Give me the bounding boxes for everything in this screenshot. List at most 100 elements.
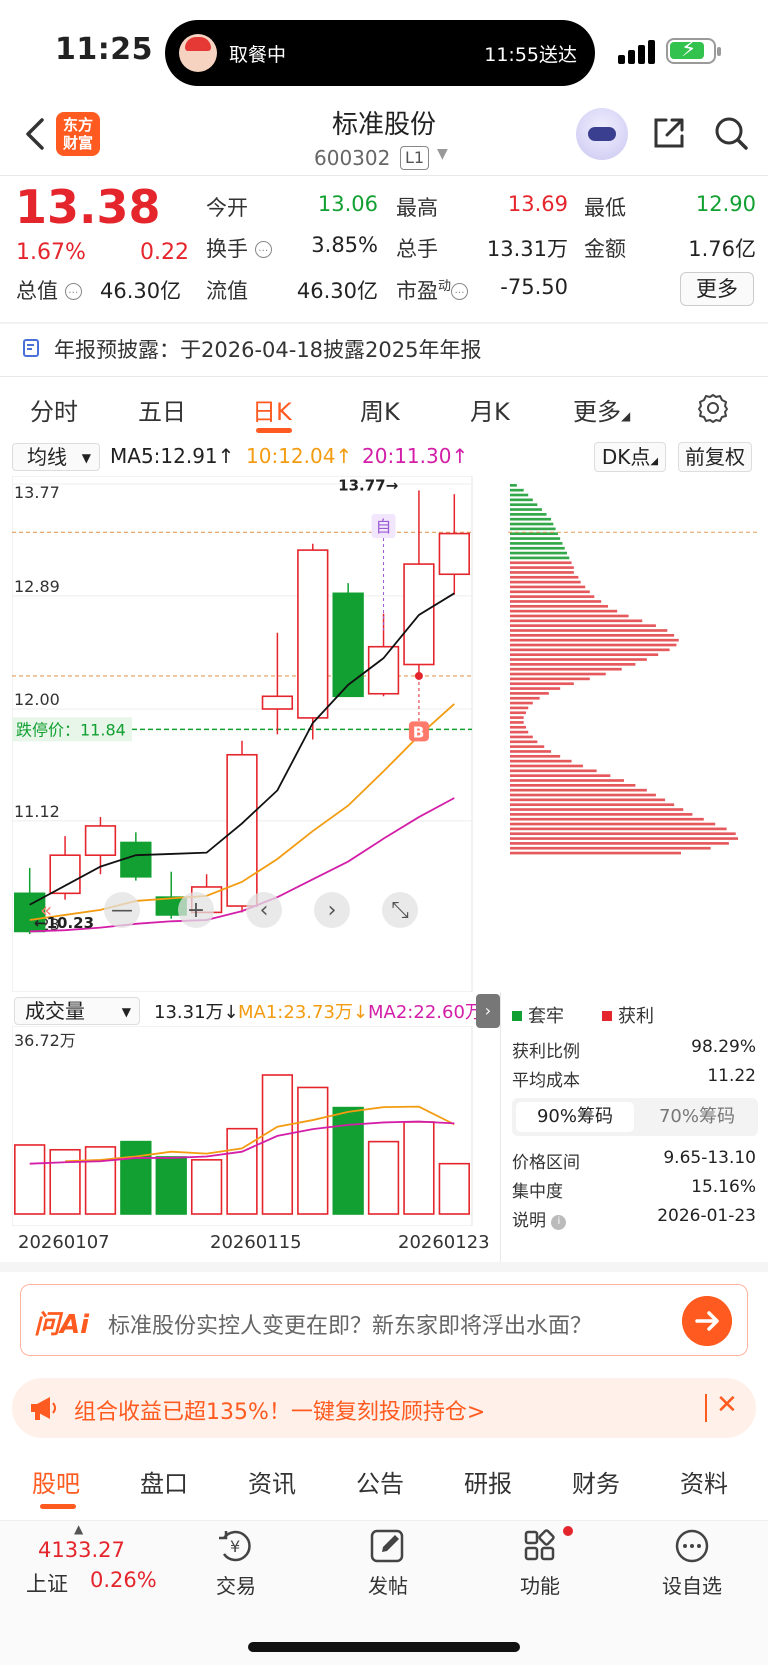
promo-text[interactable]: 组合收益已超135%！一键复刻投顾持仓> <box>74 1394 485 1426</box>
tab-intraday[interactable]: 分时 <box>30 392 78 427</box>
btab-orderbook[interactable]: 盘口 <box>140 1464 188 1499</box>
dynamic-island[interactable]: 取餐中 11:55送达 <box>165 20 595 86</box>
ai-logo: 问Ai <box>34 1310 90 1340</box>
dk-point-button[interactable]: DK点◢ <box>594 442 666 472</box>
ai-question-text[interactable]: 标准股份实控人变更在即？新东家即将浮出水面？ <box>108 1308 592 1340</box>
arrow-right-icon[interactable] <box>682 1296 732 1346</box>
gear-icon[interactable] <box>697 392 729 424</box>
search-icon[interactable] <box>712 114 750 152</box>
index-percent[interactable]: 0.26% <box>90 1568 157 1592</box>
low-label: 最低 <box>584 196 626 220</box>
chip-bar-profit <box>510 580 581 584</box>
close-icon[interactable]: ✕ <box>716 1390 738 1420</box>
volume-ma1: MA1:23.73万↓ <box>238 1002 368 1023</box>
zoom-out-icon-glyph: — <box>111 898 133 923</box>
chevron-right-icon[interactable]: › <box>476 994 500 1028</box>
more-quote-button[interactable]: 更多 <box>680 272 754 306</box>
ai-robot-icon[interactable] <box>576 108 628 160</box>
chevron-down-icon[interactable]: ▼ <box>437 146 448 162</box>
volume-current: 13.31万↓ <box>154 1002 239 1023</box>
volume-bar <box>120 1140 152 1215</box>
info-icon[interactable]: … <box>451 283 469 300</box>
btab-research[interactable]: 研报 <box>464 1464 512 1499</box>
chevron-left-icon[interactable]: ‹ <box>246 892 282 928</box>
info-icon[interactable]: i <box>551 1215 567 1230</box>
indicator-select[interactable]: 均线 ▼ <box>12 443 100 471</box>
chevron-left-icon-glyph: ‹ <box>260 898 269 923</box>
mktcap-value: 46.30亿 <box>100 279 182 303</box>
mktcap-label: 总值 … <box>16 275 82 305</box>
activity-text: 取餐中 <box>229 44 287 66</box>
annual-report-notice[interactable]: 年报预披露：于2026-04-18披露2025年年报 <box>54 334 481 364</box>
chip-bar-profit <box>510 561 572 565</box>
delivery-avatar-icon <box>179 34 217 72</box>
chip-bar-profit <box>510 643 677 647</box>
limit-down-label: 跌停价：11.84 <box>16 720 126 739</box>
open-value: 13.06 <box>317 192 378 216</box>
kline-chart[interactable]: 13.7712.8912.0011.1210.23跌停价：11.8413.77→… <box>12 476 500 992</box>
tab-more[interactable]: 更多◢ <box>573 392 630 427</box>
quote-divider <box>0 322 768 324</box>
legend-trapped: 套牢 <box>512 1002 564 1028</box>
chip-tab-90[interactable]: 90%筹码 <box>516 1102 634 1132</box>
info-icon[interactable]: … <box>64 283 82 300</box>
chip-bar-profit <box>510 750 552 753</box>
chip-bar-profit <box>510 629 668 632</box>
index-name[interactable]: 上证 <box>26 1568 68 1598</box>
btab-announcements[interactable]: 公告 <box>356 1464 404 1499</box>
chevron-right-icon[interactable]: › <box>314 892 350 928</box>
volume-bar <box>367 1140 400 1215</box>
chip-tab-70[interactable]: 70%筹码 <box>640 1102 754 1132</box>
btab-finance[interactable]: 财务 <box>572 1464 620 1499</box>
info-icon[interactable]: … <box>254 241 272 258</box>
apps-icon[interactable] <box>520 1528 560 1564</box>
volume-bar <box>297 1086 329 1215</box>
expand-icon[interactable]: ⤡ <box>382 892 418 928</box>
compose-icon[interactable] <box>368 1528 408 1564</box>
tab-five-day[interactable]: 五日 <box>138 392 186 427</box>
volume-bar <box>403 1121 435 1215</box>
volume-chart[interactable]: 36.72万 <box>12 1026 500 1226</box>
explain-label: 说明 i <box>512 1206 567 1231</box>
chip-bar-profit <box>510 730 529 734</box>
chip-bar-profit <box>510 788 647 792</box>
btab-news[interactable]: 资讯 <box>248 1464 296 1499</box>
zoom-in-icon[interactable]: + <box>178 892 214 928</box>
nav-functions[interactable]: 功能 <box>500 1570 580 1599</box>
share-icon[interactable] <box>650 114 688 152</box>
ma5-value: MA5:12.91↑ <box>110 444 235 468</box>
btab-profile[interactable]: 资料 <box>680 1464 728 1499</box>
nav-post[interactable]: 发帖 <box>348 1570 428 1599</box>
chip-bar-profit <box>510 822 716 826</box>
candle-body <box>367 645 400 695</box>
header-divider <box>0 175 768 176</box>
profit-ratio-value: 98.29% <box>691 1037 756 1057</box>
more-dots-icon[interactable] <box>672 1528 712 1564</box>
promo-separator <box>705 1394 707 1422</box>
volume-select[interactable]: 成交量 ▼ <box>14 997 140 1025</box>
float-label: 流值 <box>206 279 248 303</box>
nav-trade[interactable]: 交易 <box>196 1570 276 1599</box>
zoom-out-icon[interactable]: — <box>104 892 140 928</box>
btab-active-indicator <box>40 1504 76 1509</box>
chip-bar-profit <box>510 609 618 613</box>
chip-bar-trapped <box>510 493 529 497</box>
x-tick-start: 20260107 <box>18 1232 110 1253</box>
x-tick-mid: 20260115 <box>210 1232 302 1253</box>
volume-max-label: 36.72万 <box>14 1031 76 1050</box>
status-time: 11:25 <box>55 32 153 67</box>
adjust-button[interactable]: 前复权 <box>678 442 752 472</box>
tab-daily-k[interactable]: 日K <box>252 392 292 427</box>
concentration-value: 15.16% <box>691 1177 756 1197</box>
trade-icon[interactable]: ¥ <box>216 1528 256 1564</box>
tab-monthly-k[interactable]: 月K <box>470 392 510 427</box>
btab-forum[interactable]: 股吧 <box>32 1464 80 1499</box>
nav-watchlist[interactable]: 设自选 <box>652 1570 732 1599</box>
level-badge[interactable]: L1 <box>400 146 430 170</box>
candle-body <box>297 549 329 719</box>
tab-weekly-k[interactable]: 周K <box>360 392 400 427</box>
index-value[interactable]: 4133.27 <box>38 1538 125 1562</box>
ma10-value: 10:12.04↑ <box>246 444 353 468</box>
chip-bar-trapped <box>510 527 556 531</box>
volume-bar <box>14 1144 46 1215</box>
